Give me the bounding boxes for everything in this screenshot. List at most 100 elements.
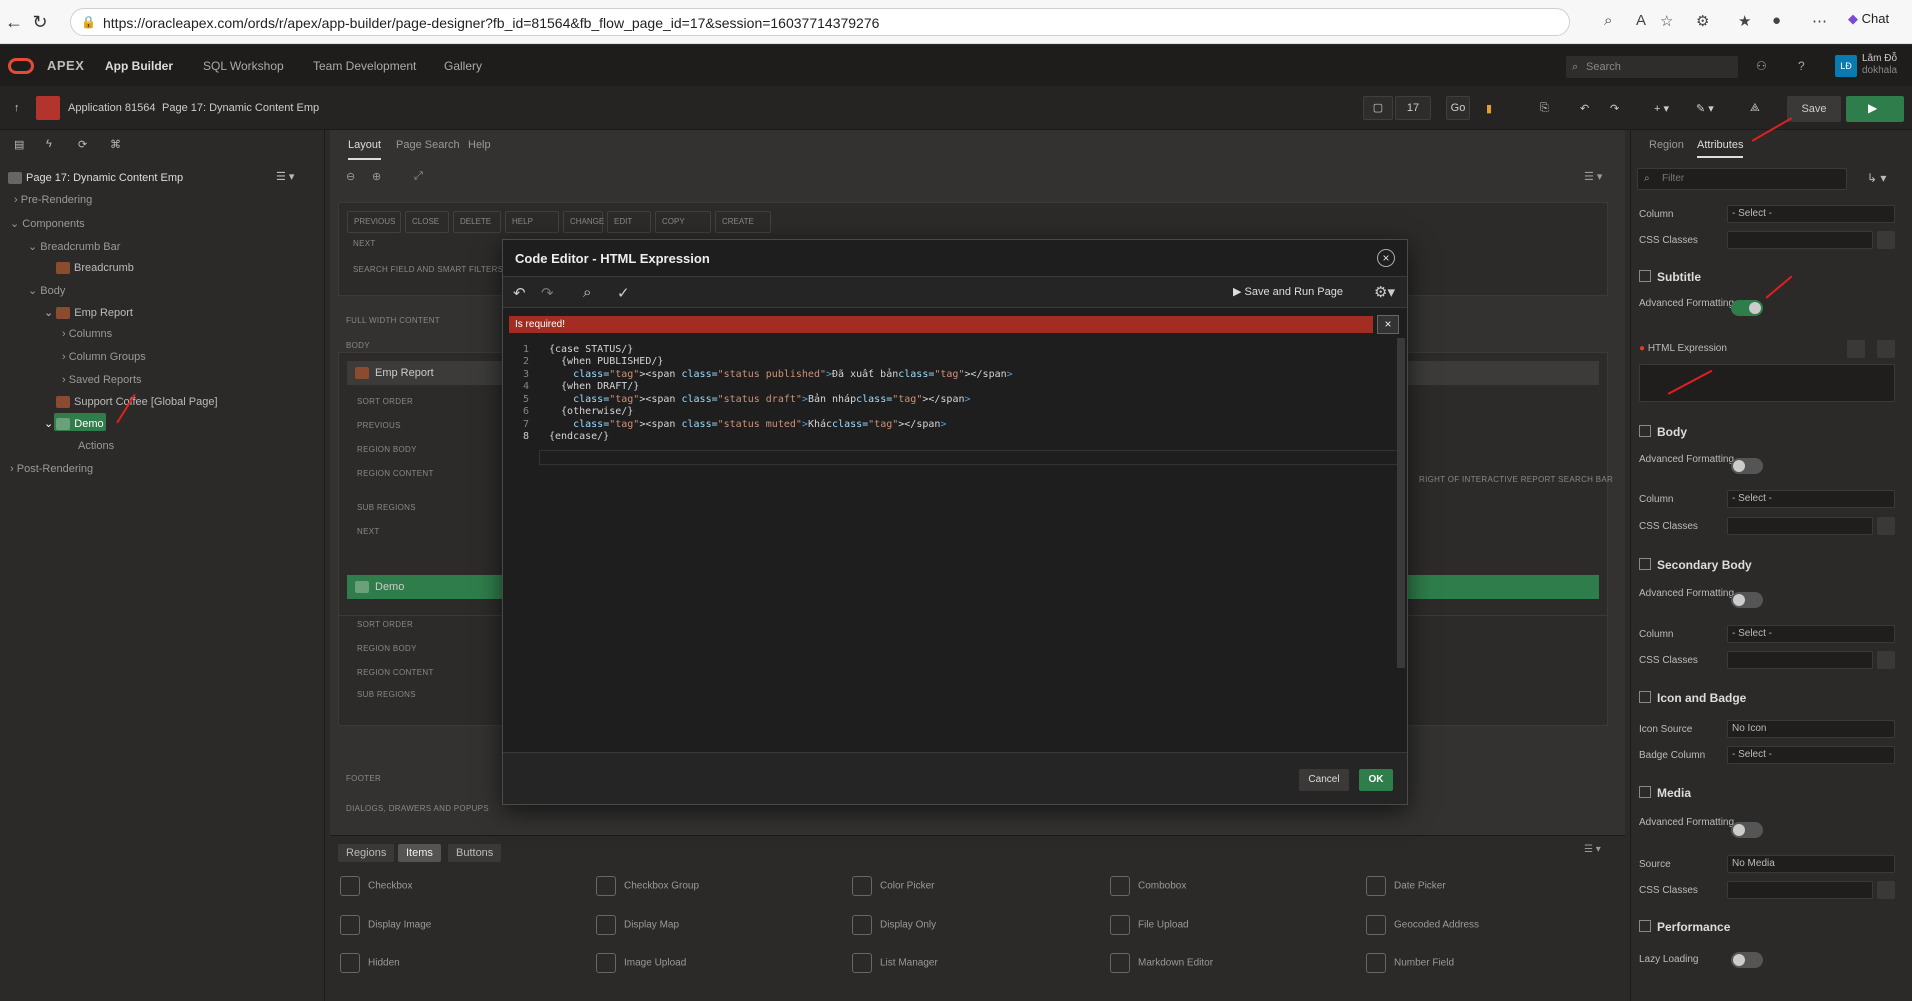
media-source-select[interactable]: No Media [1727, 855, 1895, 873]
save-and-run-button[interactable]: ▶ Save and Run Page [1233, 285, 1343, 298]
expand-icon[interactable]: ⤢ [414, 170, 423, 183]
close-icon[interactable]: × [1377, 249, 1395, 267]
gallery-item[interactable]: Number Field [1366, 953, 1454, 973]
gallery-item[interactable]: Display Only [852, 915, 936, 935]
profile-icon[interactable]: ● [1772, 12, 1781, 29]
tab-region[interactable]: Region [1649, 139, 1684, 151]
run-button[interactable]: ▶ [1846, 96, 1904, 122]
tree-item-breadcrumb-bar[interactable]: ⌄ Breadcrumb Bar [28, 240, 120, 253]
icon-badge-group[interactable]: Icon and Badge [1639, 691, 1746, 705]
tree-item-emp-report[interactable]: ⌄ Emp Report [44, 306, 133, 320]
gallery-item[interactable]: Checkbox Group [596, 876, 699, 896]
read-aloud-icon[interactable]: A [1636, 12, 1646, 29]
reload-icon[interactable]: ↻ [30, 12, 50, 32]
position-create[interactable]: CREATE [715, 211, 771, 233]
tree-item-body[interactable]: ⌄ Body [28, 284, 65, 297]
apex-search-input[interactable]: ⌕ Search [1566, 56, 1738, 78]
lazy-loading-toggle[interactable] [1731, 952, 1763, 968]
secondary-advanced-formatting-toggle[interactable] [1731, 592, 1763, 608]
apex-brand[interactable]: APEX [47, 58, 84, 73]
gallery-tab-buttons[interactable]: Buttons [448, 844, 502, 862]
gallery-item[interactable]: Color Picker [852, 876, 934, 896]
body-column-select[interactable]: - Select - [1727, 490, 1895, 508]
create-menu-icon[interactable]: + ▾ [1654, 102, 1669, 115]
subtitle-advanced-formatting-toggle[interactable] [1731, 300, 1763, 316]
warning-badge-icon[interactable]: ▮ [1486, 102, 1492, 115]
more-icon[interactable]: ⋯ [1812, 12, 1827, 30]
tree-menu-icon[interactable]: ☰ ▾ [276, 170, 294, 183]
position-help[interactable]: HELP [505, 211, 559, 233]
gallery-tab-items[interactable]: Items [398, 844, 441, 862]
save-button[interactable]: Save [1787, 96, 1841, 122]
validate-icon[interactable]: ✓ [617, 284, 630, 302]
up-arrow-icon[interactable]: ↑ [14, 102, 20, 114]
extensions-icon[interactable]: ⚙ [1696, 12, 1709, 30]
secondary-css-classes-input[interactable] [1727, 651, 1873, 669]
settings-icon[interactable]: ⚙▾ [1374, 283, 1395, 301]
menu-sql-workshop[interactable]: SQL Workshop [203, 59, 284, 73]
tree-root-page[interactable]: Page 17: Dynamic Content Emp [8, 172, 183, 185]
gallery-item[interactable]: Checkbox [340, 876, 412, 896]
gallery-item[interactable]: Combobox [1110, 876, 1186, 896]
secondary-body-group[interactable]: Secondary Body [1639, 558, 1752, 572]
ok-button[interactable]: OK [1359, 769, 1393, 791]
media-advanced-formatting-toggle[interactable] [1731, 822, 1763, 838]
tree-item-demo[interactable]: ⌄ Demo [44, 417, 104, 431]
zoom-icon[interactable]: ⌕ [1604, 12, 1612, 29]
tree-tab-processing-icon[interactable]: ⟳ [78, 138, 87, 151]
utilities-menu-icon[interactable]: ✎ ▾ [1696, 102, 1714, 115]
user-name[interactable]: Lâm Đỗ dokhala [1862, 53, 1897, 77]
page-type-icon[interactable]: ▢ [1363, 96, 1393, 120]
help-icon[interactable]: ? [1798, 59, 1805, 73]
list-icon[interactable] [1877, 651, 1895, 669]
tree-item-post-rendering[interactable]: › Post-Rendering [10, 463, 93, 475]
media-css-classes-input[interactable] [1727, 881, 1873, 899]
application-icon[interactable] [36, 96, 60, 120]
list-icon[interactable] [1877, 340, 1895, 358]
redo-icon[interactable]: ↷ [541, 284, 554, 302]
back-icon[interactable]: ← [4, 12, 24, 32]
media-group[interactable]: Media [1639, 786, 1691, 800]
position-delete[interactable]: DELETE [453, 211, 501, 233]
position-previous[interactable]: PREVIOUS [347, 211, 401, 233]
menu-gallery[interactable]: Gallery [444, 59, 482, 73]
column-select[interactable]: - Select - [1727, 205, 1895, 223]
chat-button[interactable]: ◆ Chat [1848, 11, 1889, 27]
gallery-item[interactable]: Geocoded Address [1366, 915, 1479, 935]
url-text[interactable]: https://oracleapex.com/ords/r/apex/app-b… [103, 15, 879, 31]
body-advanced-formatting-toggle[interactable] [1731, 458, 1763, 474]
menu-app-builder[interactable]: App Builder [105, 59, 173, 73]
gallery-menu-icon[interactable]: ☰ ▾ [1584, 844, 1601, 855]
gallery-item[interactable]: Display Image [340, 915, 431, 935]
filter-input[interactable]: ⌕ Filter [1637, 168, 1847, 190]
editor-scrollbar[interactable] [1397, 338, 1405, 668]
redo-icon[interactable]: ↷ [1610, 102, 1619, 115]
list-icon[interactable] [1877, 517, 1895, 535]
oracle-logo-icon[interactable] [8, 58, 34, 74]
breadcrumb-application[interactable]: Application 81564 [68, 102, 155, 114]
address-bar[interactable]: 🔒 https://oracleapex.com/ords/r/apex/app… [70, 8, 1570, 36]
go-to-group-icon[interactable]: ↳ ▾ [1867, 172, 1886, 184]
gallery-item[interactable]: Image Upload [596, 953, 686, 973]
tree-item-breadcrumb[interactable]: Breadcrumb [56, 262, 134, 275]
avatar[interactable]: LĐ [1835, 55, 1857, 77]
subtitle-group[interactable]: Subtitle [1639, 270, 1701, 284]
menu-team-development[interactable]: Team Development [313, 59, 416, 73]
position-change[interactable]: CHANGE [563, 211, 604, 233]
secondary-column-select[interactable]: - Select - [1727, 625, 1895, 643]
list-icon[interactable] [1877, 231, 1895, 249]
tab-layout[interactable]: Layout [348, 139, 382, 160]
position-copy[interactable]: COPY [655, 211, 711, 233]
undo-icon[interactable]: ↶ [513, 284, 526, 302]
icon-source-select[interactable]: No Icon [1727, 720, 1895, 738]
tree-item-actions[interactable]: Actions [78, 440, 114, 452]
tree-item-pre-rendering[interactable]: › Pre-Rendering [14, 194, 92, 206]
tree-tab-rendering-icon[interactable]: ▤ [14, 138, 24, 151]
badge-column-select[interactable]: - Select - [1727, 746, 1895, 764]
tree-item-saved-reports[interactable]: › Saved Reports [62, 374, 142, 386]
zoom-in-icon[interactable]: ⊕ [372, 170, 381, 183]
tree-item-column-groups[interactable]: › Column Groups [62, 351, 146, 363]
tree-tab-dynamic-actions-icon[interactable]: ϟ [46, 138, 52, 150]
undo-icon[interactable]: ↶ [1580, 102, 1589, 115]
gallery-item[interactable]: List Manager [852, 953, 938, 973]
